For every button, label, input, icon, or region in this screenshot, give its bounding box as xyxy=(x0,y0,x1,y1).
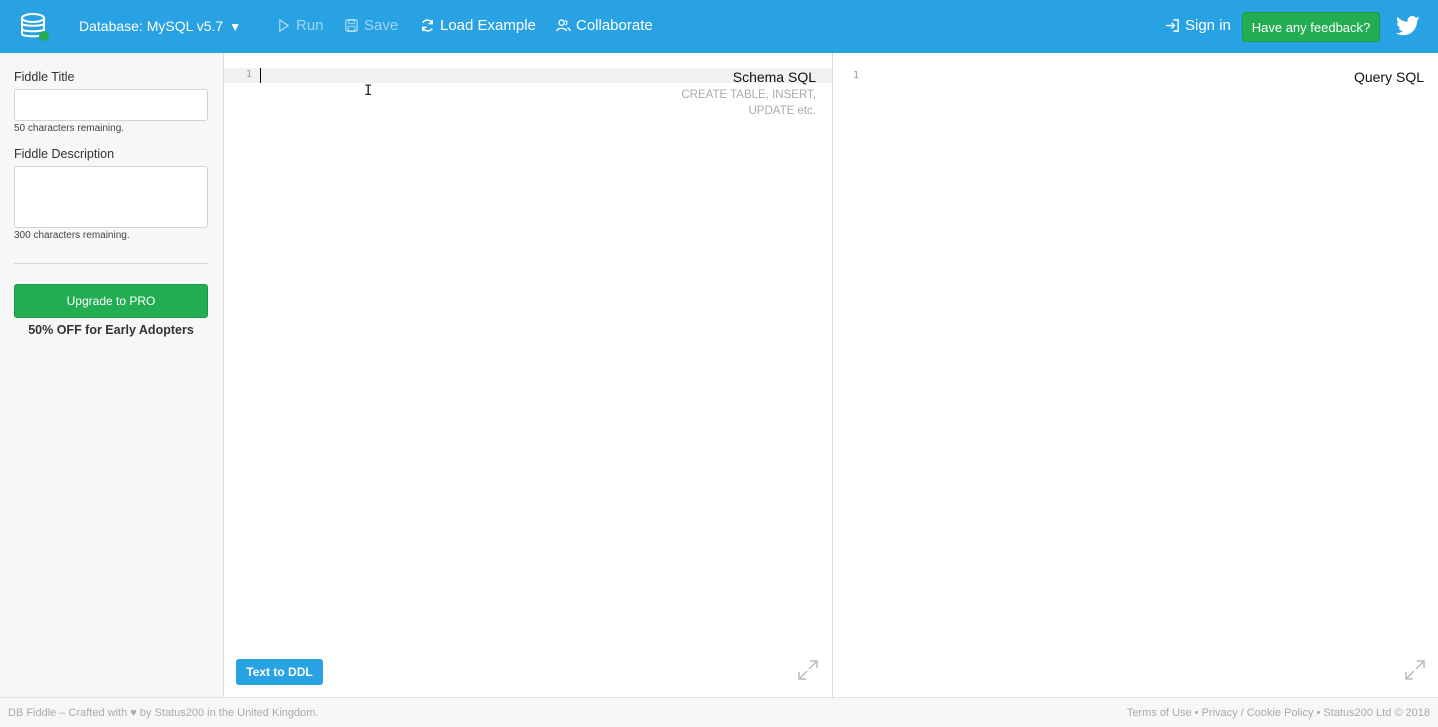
footer-separator: • xyxy=(1313,707,1324,719)
fiddle-title-input[interactable] xyxy=(14,89,208,121)
run-label: Run xyxy=(296,17,324,34)
database-logo-icon[interactable] xyxy=(20,12,50,42)
footer-credit-prefix: DB Fiddle – Crafted with ♥ by xyxy=(8,707,155,719)
feedback-label: Have any feedback? xyxy=(1251,19,1371,35)
text-to-ddl-button[interactable]: Text to DDL xyxy=(236,659,323,685)
text-to-ddl-label: Text to DDL xyxy=(246,665,313,679)
footer-credit-mid: in the xyxy=(204,707,238,719)
footer-separator: • xyxy=(1191,707,1202,719)
upgrade-label: Upgrade to PRO xyxy=(66,294,156,308)
footer-credit: DB Fiddle – Crafted with ♥ by Status200 … xyxy=(8,707,318,719)
sidebar-divider xyxy=(14,263,208,264)
query-sql-editor[interactable]: 1 Query SQL xyxy=(833,53,1438,697)
sign-in-button[interactable]: Sign in xyxy=(1165,17,1231,34)
save-icon xyxy=(345,19,358,32)
query-line-number: 1 xyxy=(853,70,860,81)
sign-in-label: Sign in xyxy=(1185,17,1231,34)
save-label: Save xyxy=(364,17,399,34)
schema-line-number: 1 xyxy=(246,69,253,80)
load-example-button[interactable]: Load Example xyxy=(420,17,536,34)
footer-credit-end: . xyxy=(315,707,319,719)
users-icon xyxy=(556,19,571,32)
top-navbar: Database: MySQL v5.7 ▼ Run Save Load Exam… xyxy=(0,0,1438,53)
database-select[interactable]: Database: MySQL v5.7 ▼ xyxy=(79,18,241,34)
refresh-icon xyxy=(422,19,433,32)
privacy-link[interactable]: Privacy / Cookie Policy xyxy=(1202,707,1314,719)
fiddle-title-label: Fiddle Title xyxy=(14,70,75,84)
load-example-label: Load Example xyxy=(440,17,536,34)
schema-sql-hint: CREATE TABLE, INSERT, UPDATE etc. xyxy=(681,89,816,117)
copyright: Status200 Ltd © 2018 xyxy=(1323,707,1430,719)
caret-down-icon: ▼ xyxy=(229,20,242,34)
play-icon xyxy=(279,19,289,32)
united-kingdom-link[interactable]: United Kingdom xyxy=(237,707,315,719)
fiddle-description-remaining: 300 characters remaining. xyxy=(14,230,130,241)
collaborate-button[interactable]: Collaborate xyxy=(556,17,653,34)
fiddle-description-label: Fiddle Description xyxy=(14,147,115,161)
schema-sql-title: Schema SQL xyxy=(732,69,816,85)
expand-icon[interactable] xyxy=(797,659,819,681)
feedback-button[interactable]: Have any feedback? xyxy=(1242,12,1380,42)
text-cursor xyxy=(260,68,261,83)
promo-text: 50% OFF for Early Adopters xyxy=(28,323,194,337)
save-button[interactable]: Save xyxy=(344,17,398,34)
collaborate-label: Collaborate xyxy=(576,17,653,34)
query-sql-title: Query SQL xyxy=(1353,69,1424,85)
schema-sql-editor[interactable]: 1 I Schema SQL CREATE TABLE, INSERT, UPD… xyxy=(224,53,833,697)
fiddle-title-remaining: 50 characters remaining. xyxy=(14,123,125,134)
terms-link[interactable]: Terms of Use xyxy=(1127,707,1192,719)
ibeam-cursor-icon: I xyxy=(364,83,373,99)
run-button[interactable]: Run xyxy=(276,17,324,34)
expand-icon[interactable] xyxy=(1404,659,1426,681)
status200-link[interactable]: Status200 xyxy=(155,707,205,719)
twitter-icon[interactable] xyxy=(1396,15,1420,37)
database-select-label: Database: MySQL v5.7 xyxy=(79,18,224,34)
sidebar: Fiddle Title 50 characters remaining. Fi… xyxy=(0,53,224,697)
sign-in-icon xyxy=(1165,19,1179,32)
fiddle-description-input[interactable] xyxy=(14,166,208,228)
footer-links: Terms of Use • Privacy / Cookie Policy •… xyxy=(1127,707,1430,719)
upgrade-to-pro-button[interactable]: Upgrade to PRO xyxy=(14,284,208,318)
footer: DB Fiddle – Crafted with ♥ by Status200 … xyxy=(0,697,1438,727)
